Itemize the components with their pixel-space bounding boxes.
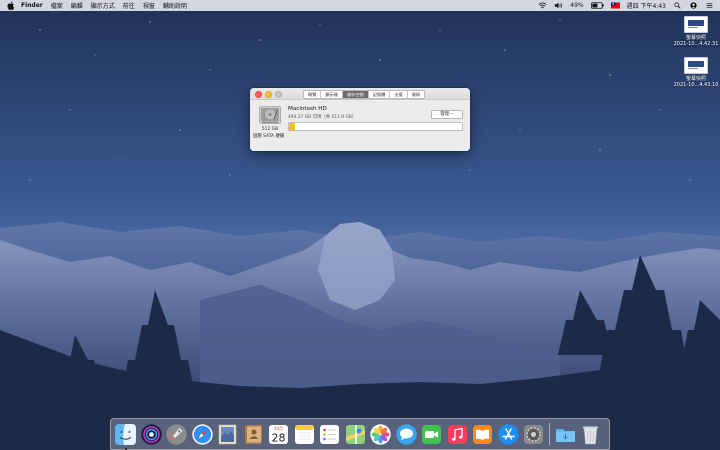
siri-icon xyxy=(140,423,162,445)
facetime-camera-icon xyxy=(422,424,441,444)
tab-support[interactable]: 支援 xyxy=(390,91,408,98)
minimize-window-button[interactable] xyxy=(265,91,272,98)
disk-type: 固態 SATA 硬碟 xyxy=(253,134,285,139)
disk-free-space: 494.37 GB 可用（共 511.9 GB） xyxy=(288,115,357,120)
desktop-screenshot-file[interactable]: 螢幕快照 2021-10...4.42.31 xyxy=(672,16,720,47)
calendar-day: 28 xyxy=(272,431,286,444)
notes-icon xyxy=(294,424,314,444)
dock-contacts[interactable] xyxy=(243,424,264,445)
menu-window[interactable]: 視窗 xyxy=(143,1,155,10)
wifi-icon[interactable] xyxy=(538,2,547,9)
menu-app-finder[interactable]: Finder xyxy=(21,2,43,9)
user-account-icon[interactable] xyxy=(689,2,698,9)
menu-view[interactable]: 顯示方式 xyxy=(91,1,115,10)
menu-edit[interactable]: 編輯 xyxy=(71,1,83,10)
calendar-month: 10月 xyxy=(274,426,283,431)
dock-downloads-folder[interactable] xyxy=(555,424,576,445)
tab-storage[interactable]: 儲存空間 xyxy=(342,91,369,98)
dock-trash[interactable] xyxy=(580,424,601,445)
downloads-folder-icon xyxy=(555,428,575,442)
tab-memory[interactable]: 記憶體 xyxy=(369,91,391,98)
dock-calendar[interactable]: 10月 28 xyxy=(268,424,289,445)
disk-capacity: 512 GB xyxy=(261,127,279,132)
dock-launchpad[interactable] xyxy=(166,423,187,445)
dock: 10月 28 xyxy=(110,418,610,450)
dock-finder[interactable] xyxy=(115,423,136,450)
mail-stamp-icon xyxy=(218,424,237,444)
screenshot-thumbnail-icon xyxy=(684,16,708,33)
tab-bar: 概覽 顯示器 儲存空間 記憶體 支援 服務 xyxy=(303,90,426,99)
desktop-wallpaper xyxy=(0,0,720,450)
apple-menu-icon[interactable] xyxy=(7,1,15,10)
messages-bubble-icon xyxy=(395,423,417,445)
volume-icon[interactable] xyxy=(554,2,563,9)
safari-compass-icon xyxy=(191,423,213,445)
dock-system-preferences[interactable] xyxy=(523,424,544,445)
storage-usage-fill xyxy=(289,123,295,130)
spotlight-search-icon[interactable] xyxy=(673,2,682,9)
reminders-icon xyxy=(320,424,339,444)
app-store-icon xyxy=(497,423,519,445)
input-source-flag-icon[interactable] xyxy=(610,2,620,9)
dock-maps[interactable] xyxy=(345,424,366,445)
file-subtitle: 2021-10...4.43.10 xyxy=(673,82,719,88)
menu-bar-clock[interactable]: 週四 下午4:43 xyxy=(627,1,666,10)
dock-safari[interactable] xyxy=(191,423,213,445)
manage-storage-button[interactable]: 管理⋯ xyxy=(431,110,463,119)
menu-file[interactable]: 檔案 xyxy=(51,1,63,10)
dock-music[interactable] xyxy=(447,424,468,445)
books-icon xyxy=(473,424,492,444)
dock-separator xyxy=(548,423,550,445)
dock-books[interactable] xyxy=(472,424,493,445)
menu-help[interactable]: 輔助說明 xyxy=(163,1,187,10)
photos-flower-icon xyxy=(370,423,391,445)
running-indicator xyxy=(124,447,127,450)
finder-icon xyxy=(115,423,136,445)
window-titlebar[interactable]: 概覽 顯示器 儲存空間 記憶體 支援 服務 xyxy=(250,88,470,100)
control-center-icon[interactable] xyxy=(705,2,714,9)
tab-service[interactable]: 服務 xyxy=(408,91,424,98)
launchpad-rocket-icon xyxy=(166,423,187,445)
disk-name: Macintosh HD xyxy=(288,106,327,112)
dock-reminders[interactable] xyxy=(319,424,340,445)
desktop-screenshot-file[interactable]: 螢幕快照 2021-10...4.43.10 xyxy=(672,57,720,88)
screenshot-thumbnail-icon xyxy=(684,57,708,74)
about-this-mac-window: 概覽 顯示器 儲存空間 記憶體 支援 服務 512 GB 固態 SATA 硬碟 … xyxy=(250,88,470,151)
hard-drive-icon xyxy=(259,106,281,124)
battery-percentage[interactable]: 49% xyxy=(570,2,583,9)
contacts-book-icon xyxy=(244,424,262,444)
close-window-button[interactable] xyxy=(255,91,262,98)
battery-icon[interactable] xyxy=(590,2,604,9)
file-subtitle: 2021-10...4.42.31 xyxy=(673,41,719,47)
maps-icon xyxy=(345,424,365,444)
calendar-icon: 10月 28 xyxy=(269,424,288,444)
gear-icon xyxy=(524,424,543,444)
dock-messages[interactable] xyxy=(395,423,417,445)
dock-notes[interactable] xyxy=(294,424,315,445)
tab-displays[interactable]: 顯示器 xyxy=(321,91,343,98)
storage-usage-bar[interactable] xyxy=(288,122,463,131)
dock-facetime[interactable] xyxy=(421,424,442,445)
dock-photos[interactable] xyxy=(370,423,391,445)
music-note-icon xyxy=(447,424,467,444)
dock-siri[interactable] xyxy=(140,423,162,445)
dock-mail[interactable] xyxy=(217,424,238,445)
dock-app-store[interactable] xyxy=(497,423,519,445)
tab-overview[interactable]: 概覽 xyxy=(304,91,322,98)
storage-panel: 512 GB 固態 SATA 硬碟 Macintosh HD 494.37 GB… xyxy=(250,100,470,151)
trash-icon xyxy=(583,426,598,444)
menu-bar: Finder 檔案 編輯 顯示方式 前往 視窗 輔助說明 49% 週四 下午4:… xyxy=(0,0,720,11)
zoom-window-button[interactable] xyxy=(275,91,282,98)
window-controls xyxy=(255,91,285,98)
menu-bar-extras: 49% 週四 下午4:43 xyxy=(531,0,714,11)
menu-go[interactable]: 前往 xyxy=(123,1,135,10)
